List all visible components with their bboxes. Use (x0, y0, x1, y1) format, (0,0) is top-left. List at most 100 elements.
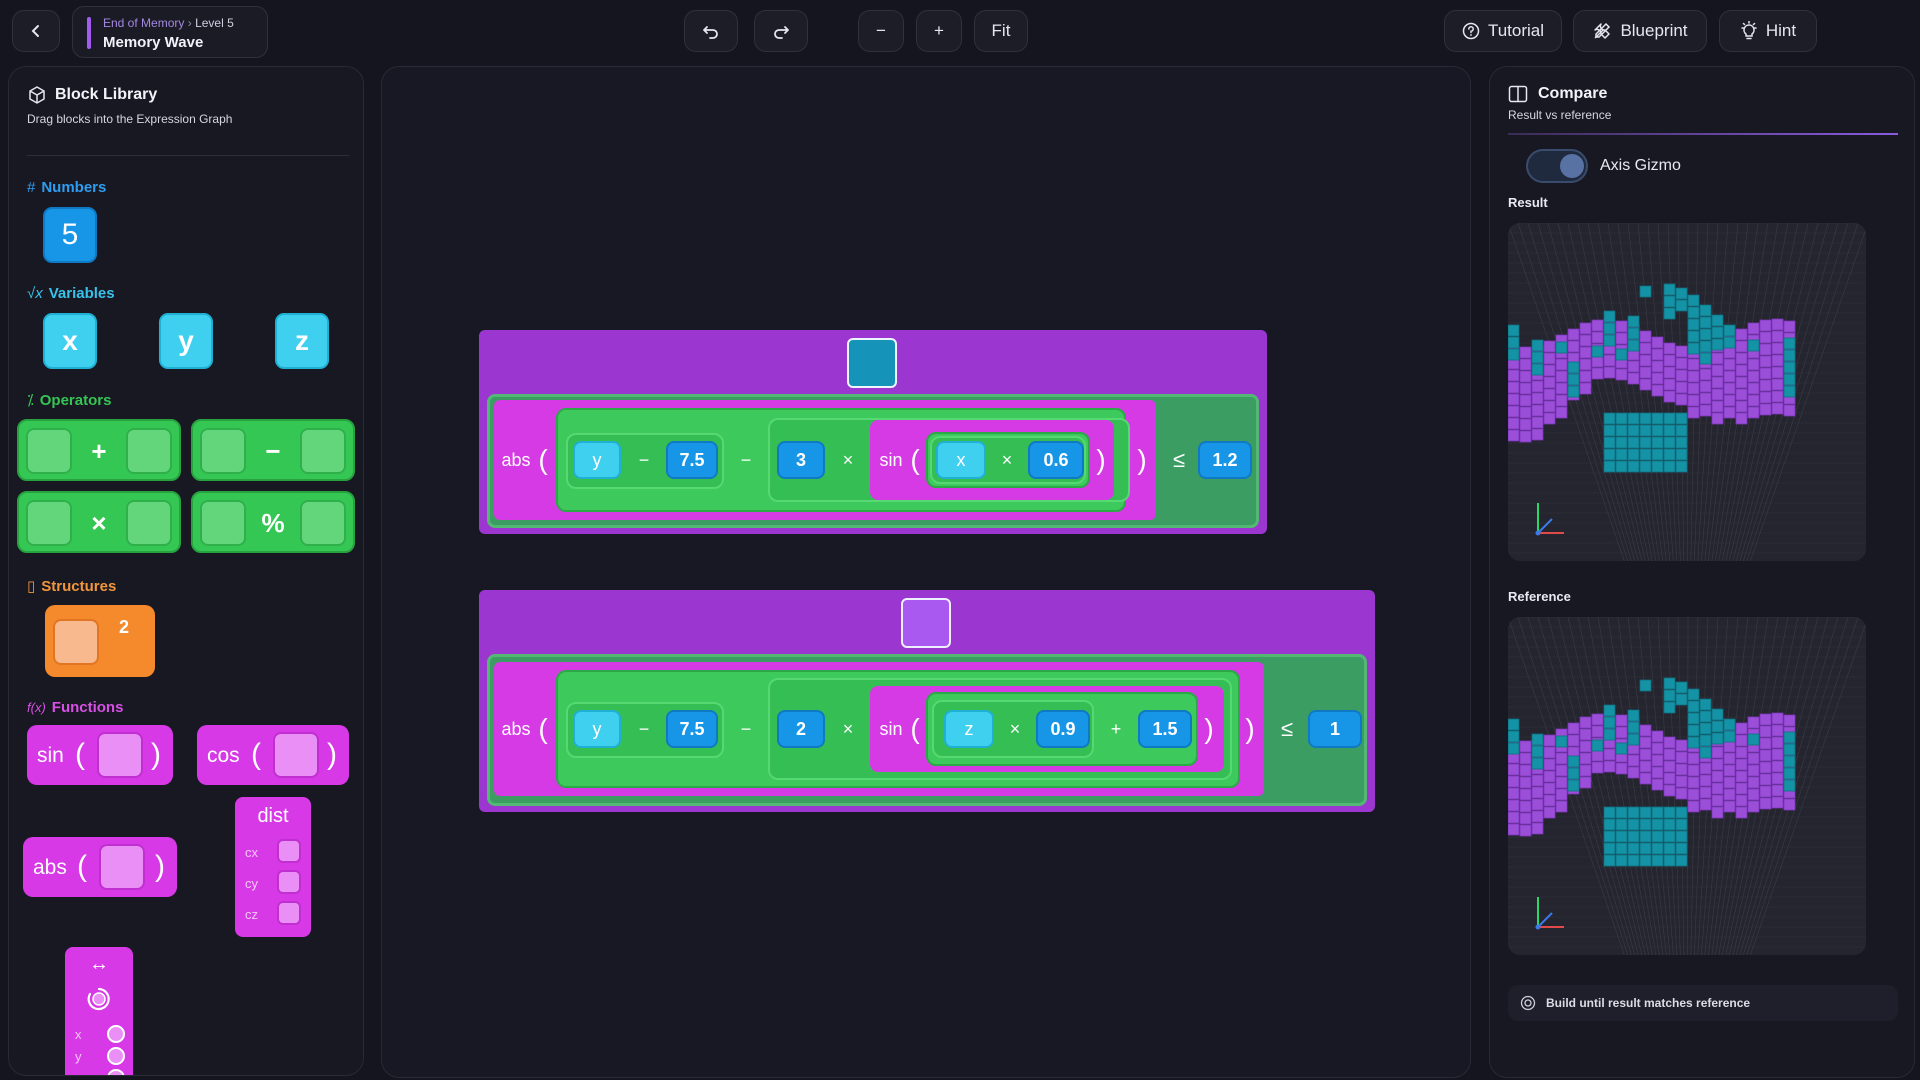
number-token[interactable]: 7.5 (666, 710, 718, 748)
variable-token-y[interactable]: y (573, 441, 621, 479)
axis-gizmo-toggle[interactable] (1526, 149, 1588, 183)
split-view-icon (1508, 85, 1528, 103)
argument-slot[interactable] (277, 870, 301, 894)
operator-symbol: − (265, 435, 281, 466)
operand-slot[interactable] (200, 428, 246, 474)
operator-symbol: + (1110, 718, 1122, 739)
tutorial-button[interactable]: Tutorial (1444, 10, 1562, 52)
dist-arg-cx: cx (245, 845, 258, 860)
operator-symbol: % (261, 507, 285, 538)
clipboard-icon: ▯ (27, 578, 36, 595)
back-button[interactable] (12, 10, 60, 52)
transform-block[interactable]: ↔ x y (65, 947, 133, 1075)
variable-block-y[interactable]: y (159, 313, 213, 369)
hint-label: Hint (1765, 21, 1797, 40)
operand-slot[interactable] (26, 500, 72, 546)
number-token[interactable]: 1.5 (1138, 710, 1192, 748)
goal-hint-text: Build until result matches reference (1546, 996, 1751, 1010)
number-token[interactable]: 7.5 (666, 441, 718, 479)
variable-token-x[interactable]: x (936, 441, 986, 479)
paren-close: ) (1137, 444, 1147, 475)
operand-slot[interactable] (200, 500, 246, 546)
rule-1-color-swatch[interactable] (847, 338, 897, 388)
cube-icon (29, 86, 45, 104)
comparison-symbol: ≤ (1280, 716, 1294, 741)
threshold-token[interactable]: 1.2 (1198, 441, 1252, 479)
operand-slot[interactable] (126, 428, 172, 474)
argument-slot[interactable] (99, 844, 145, 890)
breadcrumb-parent[interactable]: End of Memory (103, 16, 184, 30)
sqrt-icon: √x (27, 285, 43, 302)
function-label: sin (37, 744, 64, 767)
chevron-left-icon (31, 25, 39, 37)
divider (1508, 133, 1898, 135)
dist-label: dist (257, 805, 289, 827)
paren-open: ( (910, 713, 920, 744)
redo-button[interactable] (754, 10, 808, 52)
operator-block-subtract[interactable]: − (191, 419, 355, 481)
result-label: Result (1508, 195, 1548, 210)
operator-block-multiply[interactable]: × (17, 491, 181, 553)
blueprint-label: Blueprint (1620, 21, 1688, 40)
redo-icon (774, 26, 789, 39)
zoom-in-button[interactable]: + (916, 10, 962, 52)
operator-block-add[interactable]: + (17, 419, 181, 481)
argument-slot[interactable] (107, 1047, 125, 1065)
paren-close: ) (327, 738, 337, 771)
argument-slot[interactable] (277, 839, 301, 863)
library-title: Block Library (55, 86, 158, 103)
power-block[interactable]: 2 (45, 605, 155, 677)
number-token[interactable]: 2 (777, 710, 825, 748)
library-subtitle: Drag blocks into the Expression Graph (27, 112, 233, 126)
breadcrumb: End of Memory › Level 5 (103, 16, 234, 30)
argument-slot[interactable] (97, 732, 143, 778)
variable-block-x[interactable]: x (43, 313, 97, 369)
sin-block[interactable]: sin ( ) (27, 725, 173, 785)
operand-slot[interactable] (300, 428, 346, 474)
sin-label: sin (879, 449, 903, 470)
paren-open: ( (538, 713, 548, 744)
dist-block[interactable]: dist cx cy cz (235, 797, 311, 937)
function-label: abs (33, 856, 67, 879)
argument-slot[interactable] (107, 1069, 125, 1075)
comparison-symbol: ≤ (1172, 447, 1186, 472)
operand-slot[interactable] (126, 500, 172, 546)
tutorial-label: Tutorial (1487, 21, 1545, 40)
fit-button[interactable]: Fit (974, 10, 1028, 52)
threshold-token[interactable]: 1 (1308, 710, 1362, 748)
argument-slot[interactable] (277, 901, 301, 925)
paren-open: ( (251, 738, 261, 771)
block-library-panel: Block Library Drag blocks into the Expre… (8, 66, 364, 1076)
variable-block-z[interactable]: z (275, 313, 329, 369)
number-token[interactable]: 0.6 (1028, 441, 1084, 479)
function-label: cos (207, 744, 240, 767)
argument-slot[interactable] (107, 1025, 125, 1043)
zoom-out-button[interactable]: − (858, 10, 904, 52)
result-preview[interactable] (1508, 223, 1866, 561)
operator-block-modulo[interactable]: % (191, 491, 355, 553)
operator-symbol: × (842, 718, 854, 739)
breadcrumb-level: Level 5 (195, 16, 234, 30)
number-block[interactable]: 5 (43, 207, 97, 263)
expression-graph-canvas[interactable] (381, 66, 1471, 1078)
cos-block[interactable]: cos ( ) (197, 725, 349, 785)
variable-token-y[interactable]: y (573, 710, 621, 748)
base-slot[interactable] (53, 619, 99, 665)
operator-symbol: × (1001, 449, 1013, 470)
number-token[interactable]: 0.9 (1036, 710, 1090, 748)
blueprint-button[interactable]: Blueprint (1573, 10, 1707, 52)
operator-symbol: − (638, 718, 650, 739)
result-voxel-render (1508, 223, 1866, 561)
rule-2-color-swatch[interactable] (901, 598, 951, 648)
argument-slot[interactable] (273, 732, 319, 778)
undo-button[interactable] (684, 10, 738, 52)
reference-preview (1508, 617, 1866, 955)
help-circle-icon (1462, 22, 1480, 40)
structures-section-title: ▯ Structures (27, 578, 117, 595)
hint-button[interactable]: Hint (1719, 10, 1817, 52)
operand-slot[interactable] (300, 500, 346, 546)
number-token[interactable]: 3 (777, 441, 825, 479)
variable-token-z[interactable]: z (944, 710, 994, 748)
abs-block[interactable]: abs ( ) (23, 837, 177, 897)
operand-slot[interactable] (26, 428, 72, 474)
